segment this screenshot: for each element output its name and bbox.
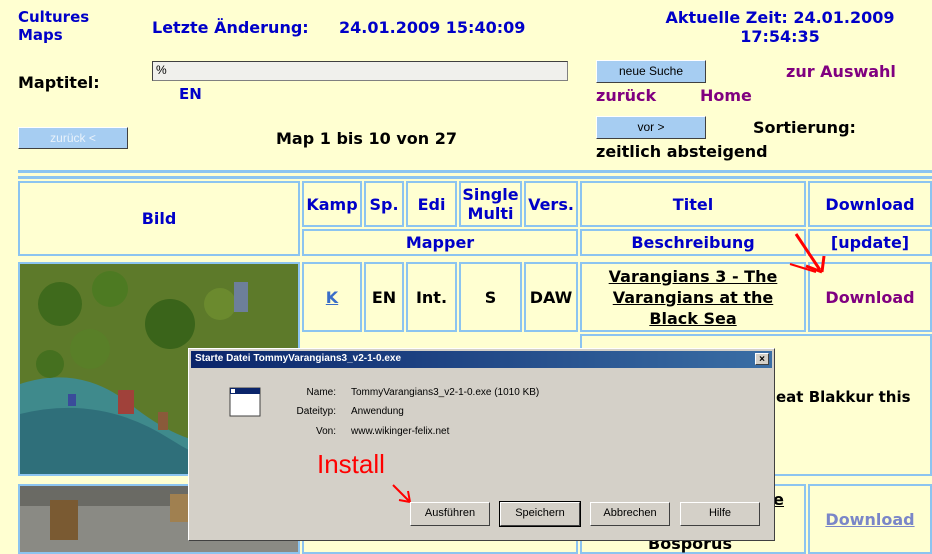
- header-description: Beschreibung: [580, 229, 806, 256]
- save-button[interactable]: Speichern: [499, 501, 581, 527]
- back-link[interactable]: zurück: [596, 86, 656, 105]
- header-download[interactable]: Download: [808, 181, 932, 227]
- row2-download-link[interactable]: Download: [808, 484, 932, 554]
- row1-description-text: eat Blakkur this: [776, 388, 911, 406]
- sort-label: Sortierung:: [753, 118, 856, 137]
- header-campaign[interactable]: Kamp: [302, 181, 362, 227]
- site-title-line2: Maps: [18, 26, 63, 44]
- dialog-type-value: Anwendung: [351, 406, 404, 417]
- header-multi: Multi: [467, 204, 514, 223]
- dialog-titlebar[interactable]: Starte Datei TommyVarangians3_v2-1-0.exe…: [191, 351, 772, 368]
- maptitle-label: Maptitel:: [18, 73, 100, 92]
- row1-campaign-link[interactable]: K: [302, 262, 362, 332]
- prev-page-button[interactable]: zurück <: [18, 127, 128, 149]
- row1-title-text: Varangians 3 - The Varangians at the Bla…: [608, 266, 778, 328]
- dialog-type-label: Dateityp:: [296, 406, 336, 417]
- header-image: Bild: [18, 181, 300, 256]
- dialog-from-label: Von:: [315, 426, 336, 437]
- row1-campaign-text: K: [325, 287, 339, 307]
- row2-download-text: Download: [825, 509, 915, 529]
- maptitle-input-value: %: [156, 63, 167, 77]
- dialog-from-value: www.wikinger-felix.net: [351, 426, 450, 437]
- new-search-button[interactable]: neue Suche: [596, 60, 706, 83]
- download-dialog: Starte Datei TommyVarangians3_v2-1-0.exe…: [188, 348, 775, 541]
- dialog-name-label: Name:: [306, 387, 336, 398]
- cancel-button[interactable]: Abbrechen: [590, 502, 670, 526]
- row1-version: DAW: [524, 262, 578, 332]
- row1-title-link[interactable]: Varangians 3 - The Varangians at the Bla…: [580, 262, 806, 332]
- dialog-close-button[interactable]: ×: [755, 353, 769, 365]
- header-single-multi[interactable]: Single Multi: [459, 181, 522, 227]
- current-time-clock: 17:54:35: [740, 27, 820, 46]
- home-link[interactable]: Home: [700, 86, 752, 105]
- row1-editor: Int.: [406, 262, 457, 332]
- site-title-line1: Cultures: [18, 8, 90, 26]
- row1-download-text: Download: [825, 287, 915, 307]
- last-change-value: 24.01.2009 15:40:09: [339, 18, 526, 37]
- language-en-link[interactable]: EN: [179, 85, 202, 103]
- selection-link[interactable]: zur Auswahl: [786, 62, 896, 81]
- current-time-date: Aktuelle Zeit: 24.01.2009: [665, 8, 895, 27]
- header-single: Single: [462, 185, 519, 204]
- header-mapper[interactable]: Mapper: [302, 229, 578, 256]
- maptitle-input[interactable]: %: [152, 61, 568, 81]
- separator-bottom: [18, 176, 932, 179]
- header-editor[interactable]: Edi: [406, 181, 457, 227]
- dialog-title: Starte Datei TommyVarangians3_v2-1-0.exe: [195, 353, 402, 364]
- row1-mode: S: [459, 262, 522, 332]
- separator-top: [18, 170, 932, 173]
- arrow-annotation-download: [789, 233, 826, 274]
- header-version[interactable]: Vers.: [524, 181, 578, 227]
- current-time: Aktuelle Zeit: 24.01.2009 17:54:35: [655, 8, 905, 46]
- header-title[interactable]: Titel: [580, 181, 806, 227]
- install-annotation: Install: [317, 449, 385, 479]
- run-button[interactable]: Ausführen: [410, 502, 490, 526]
- dialog-name-value: TommyVarangians3_v2-1-0.exe (1010 KB): [351, 387, 540, 398]
- header-language[interactable]: Sp.: [364, 181, 404, 227]
- site-title: Cultures Maps: [18, 8, 89, 44]
- next-page-button[interactable]: vor >: [596, 116, 706, 139]
- row1-language: EN: [364, 262, 404, 332]
- pagination-info: Map 1 bis 10 von 27: [276, 129, 457, 148]
- last-change-label: Letzte Änderung:: [152, 18, 309, 37]
- help-button[interactable]: Hilfe: [680, 502, 760, 526]
- sort-value[interactable]: zeitlich absteigend: [596, 142, 768, 161]
